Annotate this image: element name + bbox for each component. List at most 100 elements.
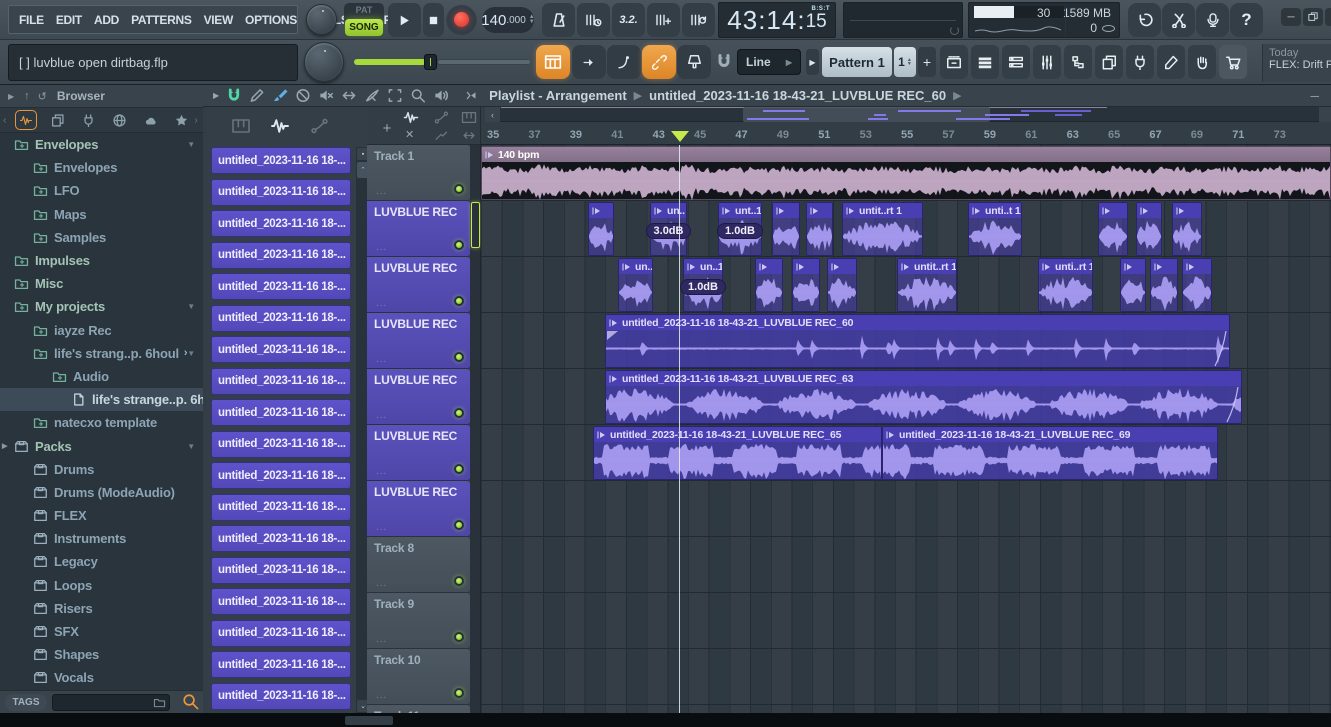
track-header-6[interactable]: LUVBLUE REC...: [367, 425, 470, 481]
browser-tab-files[interactable]: [46, 110, 68, 130]
browser-tab-cloud[interactable]: [139, 110, 161, 130]
time-display[interactable]: 43:14: 15 B:S:T: [718, 2, 836, 38]
track-header-9[interactable]: Track 9...: [367, 593, 470, 649]
track-header-4[interactable]: LUVBLUE REC...: [367, 313, 470, 369]
song-mode-label[interactable]: SONG: [345, 18, 383, 36]
overview-scroll-left-icon[interactable]: ‹: [485, 107, 500, 122]
browser-menu-arrow-icon[interactable]: ▶: [8, 92, 14, 101]
add-pattern-button[interactable]: +: [918, 47, 936, 77]
clip-header[interactable]: [1121, 259, 1145, 274]
playlist-clip[interactable]: [806, 202, 833, 256]
clear-filter-icon[interactable]: ✕: [405, 128, 417, 141]
clip-header[interactable]: unt..1: [719, 203, 761, 218]
link-button[interactable]: [642, 45, 676, 79]
cut-tool-button[interactable]: [1162, 3, 1195, 37]
playlist-clip[interactable]: [588, 202, 614, 256]
gain-badge[interactable]: 3.0dB: [645, 222, 692, 239]
slip-tool-icon[interactable]: [341, 88, 357, 103]
browser-item-sfx[interactable]: SFX: [0, 620, 203, 643]
main-volume-knob[interactable]: [304, 42, 344, 82]
playlist-clip[interactable]: [1098, 202, 1128, 256]
picker-item-audio[interactable]: untitled_2023-11-16 18-...: [211, 399, 351, 426]
browser-item-flex[interactable]: FLEX: [0, 504, 203, 527]
picker-item-audio[interactable]: untitled_2023-11-16 18-...: [211, 336, 351, 363]
browser-back-icon[interactable]: ↺: [38, 90, 47, 103]
playlist-clip[interactable]: 140 bpm: [481, 146, 1331, 200]
playlist-clip[interactable]: untitled_2023-11-16 18-43-21_LUVBLUE REC…: [605, 370, 1242, 424]
picker-item-audio[interactable]: untitled_2023-11-16 18-...: [211, 241, 351, 269]
picker-item-audio[interactable]: untitled_2023-11-16 18-...: [211, 178, 351, 206]
picker-item-audio[interactable]: untitled_2023-11-16 18-...: [211, 682, 351, 710]
track-enable-led[interactable]: [454, 576, 464, 586]
playlist-grid[interactable]: 140 bpm un.. 3.0dB unt..1 1.0dB untit..rt 1 un…: [481, 145, 1331, 713]
search-icon[interactable]: [182, 693, 199, 710]
track-header-3[interactable]: LUVBLUE REC...: [367, 257, 470, 313]
tags-button[interactable]: TAGS: [5, 694, 47, 711]
menu-item-file[interactable]: FILE: [13, 13, 50, 27]
clip-header[interactable]: un..: [651, 203, 686, 218]
menu-item-options[interactable]: OPTIONS: [239, 13, 303, 27]
picker-item-audio[interactable]: untitled_2023-11-16 18-...: [211, 619, 351, 647]
playlist-overview-bar[interactable]: ‹: [485, 107, 1331, 122]
track-enable-led[interactable]: [454, 240, 464, 250]
picker-item-audio[interactable]: untitled_2023-11-16 18-...: [211, 556, 351, 584]
pat-mode-label[interactable]: PAT: [344, 3, 384, 18]
clip-header[interactable]: [756, 259, 782, 274]
track-enable-led[interactable]: [454, 184, 464, 194]
clip-header[interactable]: [1151, 259, 1177, 274]
browser-item-impulses[interactable]: Impulses: [0, 249, 203, 272]
playlist-clip[interactable]: un..: [618, 258, 653, 312]
menu-item-patterns[interactable]: PATTERNS: [125, 13, 198, 27]
playlist-clip[interactable]: un.. 3.0dB: [645, 202, 692, 256]
play-button[interactable]: [388, 3, 421, 37]
browser-item-packs[interactable]: ▶ Packs ▼: [0, 434, 203, 457]
panel-button-tuner[interactable]: [1157, 45, 1185, 79]
picker-item-audio[interactable]: untitled_2023-11-16 18-...: [211, 651, 351, 678]
typing-keyboard-button[interactable]: [677, 45, 711, 79]
track-header-7[interactable]: LUVBLUE REC...: [367, 481, 470, 537]
track-header-11[interactable]: Track 11...: [367, 705, 470, 713]
gain-badge[interactable]: 1.0dB: [680, 278, 726, 295]
browser-tab-samples[interactable]: [15, 110, 38, 130]
browser-tab-online[interactable]: [108, 110, 130, 130]
pat-song-switch[interactable]: PAT SONG: [344, 3, 384, 37]
mic-record-button[interactable]: [1196, 3, 1229, 37]
browser-item-audio[interactable]: Audio: [0, 365, 203, 388]
clip-header[interactable]: unti..t 1: [969, 203, 1021, 218]
track-header-1[interactable]: Track 1...: [367, 145, 470, 201]
browser-item-instruments[interactable]: Instruments: [0, 527, 203, 550]
clip-header[interactable]: untitled_2023-11-16 18-43-21_LUVBLUE REC…: [594, 427, 881, 442]
playlist-clip[interactable]: untitled_2023-11-16 18-43-21_LUVBLUE REC…: [605, 314, 1230, 368]
picker-item-audio[interactable]: untitled_2023-11-16 18-...: [211, 304, 351, 332]
collapse-arrow-icon[interactable]: ▼: [187, 349, 195, 358]
panel-button-cart[interactable]: [1219, 45, 1247, 79]
track-enable-led[interactable]: [454, 296, 464, 306]
track-enable-led[interactable]: [454, 464, 464, 474]
browser-item-life-s-strang-p-6houl[interactable]: life's strang..p. 6houl › ▼: [0, 342, 203, 365]
clip-header[interactable]: [793, 259, 819, 274]
playhead-line[interactable]: [679, 145, 680, 713]
clip-header[interactable]: [773, 203, 799, 218]
clip-header[interactable]: [807, 203, 832, 218]
playlist-clip[interactable]: [792, 258, 820, 312]
track-header-8[interactable]: Track 8...: [367, 537, 470, 593]
picker-item-audio[interactable]: untitled_2023-11-16 18-...: [211, 493, 351, 521]
add-track-button[interactable]: +: [379, 121, 395, 137]
panel-button-pages[interactable]: [1095, 45, 1123, 79]
cpu-memory-panel[interactable]: 30 1589 MB 0: [968, 2, 1120, 38]
playlist-snap-icon[interactable]: [226, 88, 242, 103]
blend-record-button[interactable]: [682, 3, 715, 37]
picker-item-audio[interactable]: untitled_2023-11-16 18-...: [211, 147, 351, 174]
clip-header[interactable]: un..1: [684, 259, 722, 274]
countdown-button[interactable]: 3.2.: [612, 3, 645, 37]
stretch-icon[interactable]: [459, 129, 479, 142]
metronome-button[interactable]: [542, 3, 575, 37]
picker-item-audio[interactable]: untitled_2023-11-16 18-...: [211, 430, 351, 458]
picker-tab-automation-icon[interactable]: [308, 118, 330, 134]
mute-tool-icon[interactable]: [318, 88, 334, 103]
main-pitch-slider[interactable]: [354, 54, 530, 70]
browser-item-misc[interactable]: Misc: [0, 272, 203, 295]
picker-item-audio[interactable]: untitled_2023-11-16 18-...: [211, 525, 351, 552]
loop-record-button[interactable]: [647, 3, 680, 37]
browser-item-vocals[interactable]: Vocals: [0, 666, 203, 689]
